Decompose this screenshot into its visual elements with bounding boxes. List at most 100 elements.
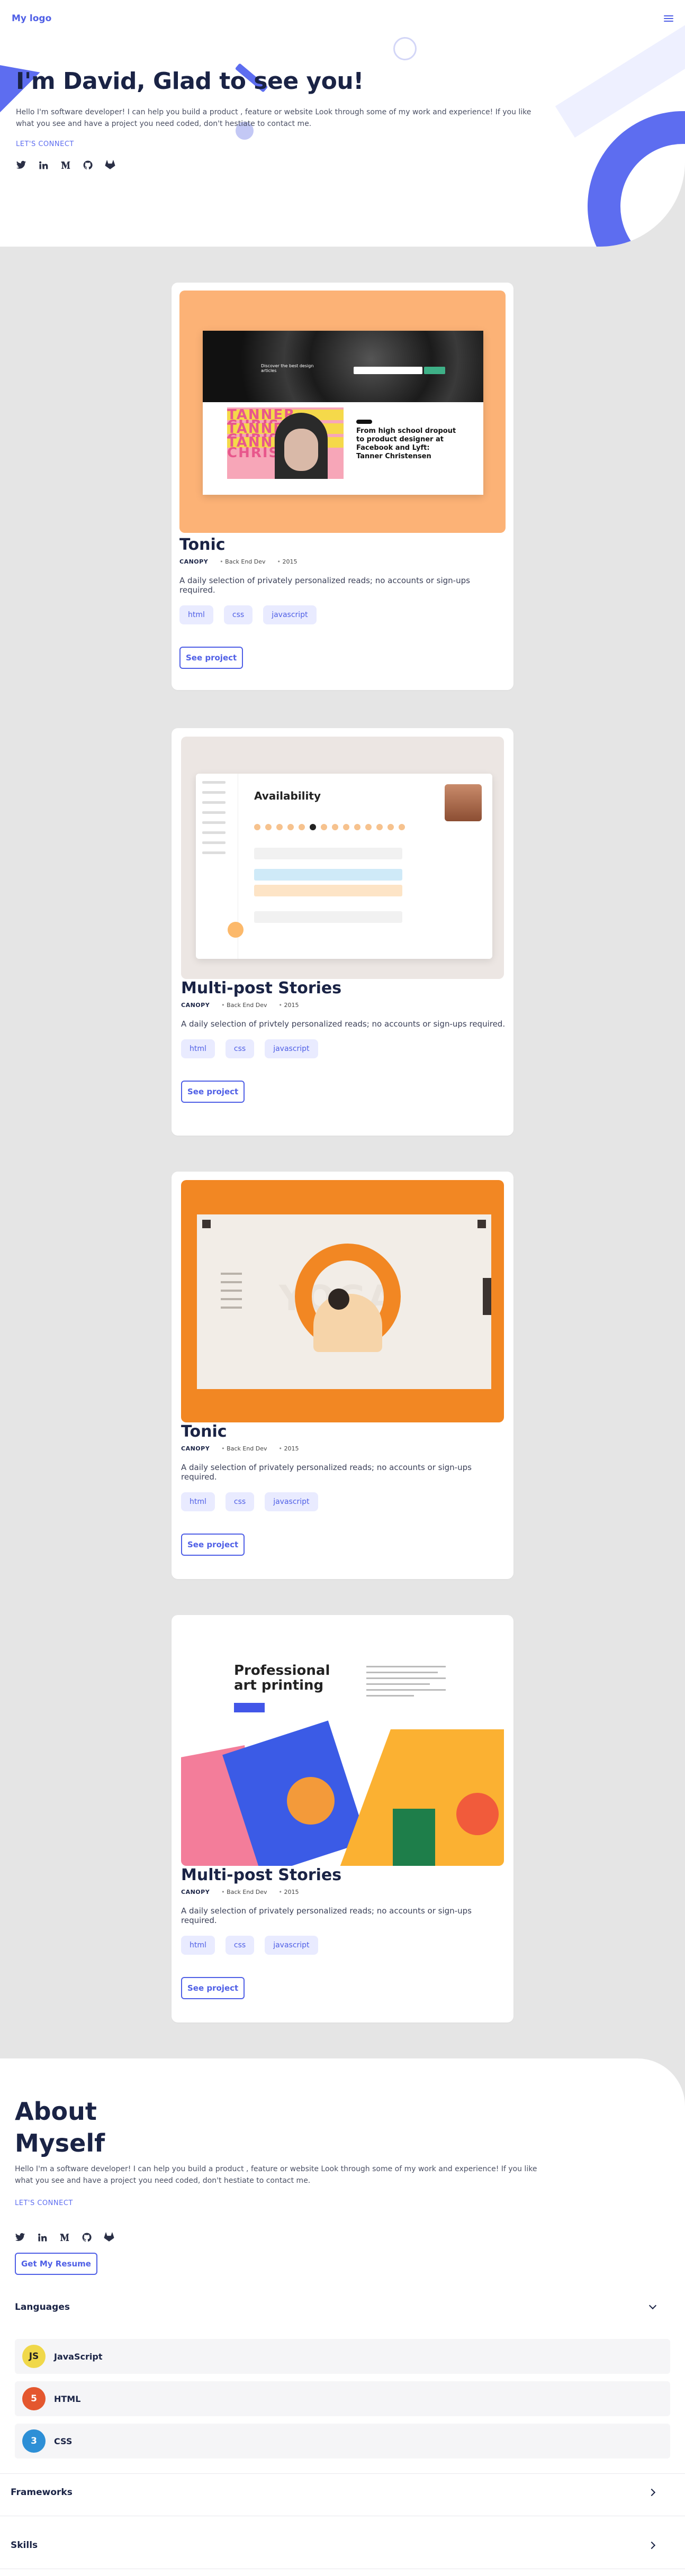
poster-image: TANNER CHRIS TANNER CHRIS TANNER CHRIS — [227, 407, 344, 479]
see-project-button[interactable]: See project — [179, 647, 244, 669]
chevron-right-icon — [647, 2488, 656, 2497]
project-company: CANOPY — [181, 1002, 210, 1009]
see-project-button[interactable]: See project — [181, 1534, 245, 1556]
project-title: Multi-post Stories — [181, 1866, 342, 1884]
languages-label: Languages — [15, 2302, 70, 2312]
project-description: A daily selection of privately personali… — [181, 1463, 472, 1482]
language-label: HTML — [54, 2393, 81, 2404]
project-title: Multi-post Stories — [181, 979, 342, 997]
divider — [0, 2473, 685, 2474]
project-thumbnail[interactable]: Discover the best design articles TANNER… — [179, 291, 506, 533]
project-thumbnail[interactable]: YOGA — [181, 1180, 504, 1422]
tag: html — [179, 605, 213, 624]
project-year: 2015 — [279, 1889, 299, 1895]
project-company: CANOPY — [179, 558, 209, 565]
project-description: A daily selection of privately personali… — [181, 1906, 472, 1925]
linkedin-icon[interactable] — [38, 160, 49, 170]
tag-list: html css javascript — [181, 1492, 507, 1511]
project-role: Back End Dev — [221, 1889, 267, 1895]
language-item[interactable]: JS JavaScript — [15, 2339, 670, 2374]
about-section: About Myself Hello I'm a software develo… — [0, 2058, 685, 2576]
tag: css — [225, 1936, 255, 1955]
hero-content: I'm David, Glad to see you! Hello I'm so… — [16, 68, 545, 170]
get-resume-button[interactable]: Get My Resume — [15, 2253, 97, 2275]
project-thumbnail[interactable]: Professional art printing — [181, 1623, 504, 1866]
thumb-headline: From high school dropout to product desi… — [356, 427, 456, 460]
twitter-icon[interactable] — [15, 2232, 25, 2243]
logo-link[interactable]: My logo — [12, 13, 51, 24]
thumb-title: Availability — [254, 790, 321, 802]
project-meta: CANOPY Back End Dev 2015 — [181, 1889, 507, 1895]
tag: html — [181, 1039, 215, 1058]
project-year: 2015 — [277, 558, 298, 565]
project-role: Back End Dev — [220, 558, 265, 565]
skills-accordion-header[interactable]: Skills — [11, 2540, 656, 2551]
tag-list: html css javascript — [181, 1936, 507, 1955]
project-card: Discover the best design articles TANNER… — [172, 283, 513, 690]
lets-connect-link[interactable]: LET'S CONNECT — [15, 2199, 73, 2207]
css3-icon: 3 — [22, 2429, 46, 2453]
hero-title: I'm David, Glad to see you! — [16, 68, 364, 95]
medium-icon[interactable] — [60, 160, 71, 170]
github-icon[interactable] — [83, 160, 93, 170]
tag-list: html css javascript — [179, 605, 506, 624]
gitlab-icon[interactable] — [105, 160, 115, 170]
project-year: 2015 — [279, 1002, 299, 1009]
social-links — [16, 160, 545, 170]
language-item[interactable]: 3 CSS — [15, 2424, 670, 2459]
tag: javascript — [263, 605, 317, 624]
see-project-button[interactable]: See project — [181, 1977, 245, 1999]
social-links — [15, 2232, 114, 2243]
about-text: Hello I'm a software developer! I can he… — [15, 2165, 537, 2185]
skills-label: Skills — [11, 2540, 38, 2551]
tag: javascript — [265, 1492, 318, 1511]
project-year: 2015 — [279, 1445, 299, 1452]
project-company: CANOPY — [181, 1889, 210, 1895]
top-nav: My logo — [0, 0, 685, 37]
project-description: A daily selection of privtely personaliz… — [181, 1019, 506, 1029]
project-meta: CANOPY Back End Dev 2015 — [179, 558, 506, 565]
lets-connect-link[interactable]: LET'S CONNECT — [16, 140, 74, 148]
see-project-button[interactable]: See project — [181, 1081, 245, 1103]
medium-icon[interactable] — [59, 2232, 70, 2243]
linkedin-icon[interactable] — [37, 2232, 48, 2243]
tag: css — [225, 1039, 255, 1058]
project-role: Back End Dev — [221, 1002, 267, 1009]
project-company: CANOPY — [181, 1445, 210, 1452]
project-title: Tonic — [181, 1422, 227, 1441]
languages-accordion-header[interactable]: Languages — [15, 2301, 657, 2312]
frameworks-label: Frameworks — [11, 2487, 73, 2498]
frameworks-accordion-header[interactable]: Frameworks — [11, 2487, 656, 2498]
tag: css — [225, 1492, 255, 1511]
tag: html — [181, 1936, 215, 1955]
hamburger-menu-icon[interactable] — [664, 15, 673, 22]
about-title: About Myself — [15, 2097, 105, 2157]
project-meta: CANOPY Back End Dev 2015 — [181, 1445, 507, 1452]
tag: javascript — [265, 1936, 318, 1955]
tag: javascript — [265, 1039, 318, 1058]
hero-section: My logo I'm David, Glad to see you! Hell… — [0, 0, 685, 247]
language-item[interactable]: 5 HTML — [15, 2381, 670, 2416]
javascript-icon: JS — [22, 2345, 46, 2368]
project-role: Back End Dev — [221, 1445, 267, 1452]
language-label: CSS — [54, 2436, 73, 2446]
language-label: JavaScript — [54, 2351, 103, 2362]
project-card: YOGA Tonic CANOPY Back End Dev 2015 A da… — [172, 1172, 513, 1579]
github-icon[interactable] — [82, 2232, 92, 2243]
project-thumbnail[interactable]: Availability — [181, 737, 504, 979]
hero-text: Hello I'm software developer! I can help… — [16, 108, 531, 128]
project-description: A daily selection of privately personali… — [179, 576, 470, 595]
thumb-headline: Professional art printing — [234, 1663, 330, 1693]
tag-list: html css javascript — [181, 1039, 507, 1058]
html5-icon: 5 — [22, 2387, 46, 2410]
decorative-ring — [393, 37, 417, 60]
project-card: Availability Multi-post Stories CANOPY B… — [172, 728, 513, 1136]
gitlab-icon[interactable] — [104, 2232, 114, 2243]
tag: css — [223, 605, 253, 624]
project-title: Tonic — [179, 536, 226, 554]
twitter-icon[interactable] — [16, 160, 26, 170]
chevron-down-icon — [648, 2301, 657, 2310]
tag: html — [181, 1492, 215, 1511]
avatar — [445, 784, 482, 821]
chevron-right-icon — [647, 2541, 656, 2550]
